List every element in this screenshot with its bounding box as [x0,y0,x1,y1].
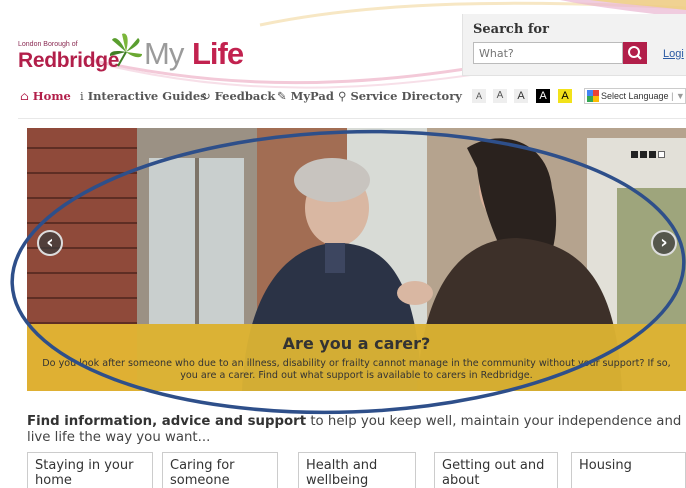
intro-bold-text: Find information, advice and support [27,414,307,429]
text-size-medium-button[interactable]: A [514,89,528,103]
carousel-next-button[interactable]: › [651,230,677,256]
carousel-dot[interactable] [631,151,638,158]
category-label: Staying in your [35,458,134,473]
high-contrast-yellow-button[interactable]: A [558,89,572,103]
hero-title: Are you a carer? [282,334,431,353]
search-input[interactable] [473,42,623,64]
category-label: home [35,473,72,488]
location-pin-icon: ⚲ [338,89,347,103]
site-header: London Borough of Redbridge My Life Sear… [0,0,686,89]
nav-item-feedback[interactable]: ↻ Feedback [201,89,275,103]
search-panel: Search for Logi [462,14,686,76]
nav-item-label: MyPad [290,89,334,103]
login-link[interactable]: Logi [663,48,684,60]
search-label: Search for [473,22,549,37]
nav-item-label: Home [32,89,71,103]
hero-carousel: ‹ › Are you a carer? Do you look after s… [27,128,686,391]
chestnut-leaf-icon [109,33,142,67]
category-label: Health and [306,458,378,473]
category-label: Caring for [170,458,235,473]
category-label: Getting out and [442,458,545,473]
category-getting-out-and-about[interactable]: Getting out and about [434,452,558,488]
header-divider [18,118,686,119]
category-health-and-wellbeing[interactable]: Health and wellbeing [298,452,416,488]
carousel-indicators [631,143,667,162]
nav-item-service-directory[interactable]: ⚲ Service Directory [338,89,462,103]
text-size-small-button[interactable]: A [493,89,507,103]
carousel-prev-button[interactable]: ‹ [37,230,63,256]
category-housing[interactable]: Housing [571,452,686,488]
chevron-left-icon: ‹ [46,232,54,253]
category-caring-for-someone[interactable]: Caring for someone [162,452,278,488]
nav-item-label: Interactive Guides [87,89,207,103]
category-label: about [442,473,480,488]
search-button[interactable] [623,42,647,64]
category-label: someone [170,473,230,488]
logo-brand-my: My [144,36,184,71]
logo-borough-small-text: London Borough of [18,41,78,48]
info-icon: i [80,89,84,103]
nav-item-interactive-guides[interactable]: i Interactive Guides [80,89,207,103]
hero-description: Do you look after someone who due to an … [42,358,671,381]
logo-brand-life: Life [192,36,244,71]
nav-item-mypad[interactable]: ✎ MyPad [277,89,334,103]
category-staying-in-your-home[interactable]: Staying in your home [27,452,153,488]
chevron-right-icon: › [660,232,668,253]
text-size-smallest-button[interactable]: A [472,89,486,103]
home-icon: ⌂ [20,89,29,103]
nav-item-label: Service Directory [350,89,462,103]
mylife-logo[interactable]: London Borough of Redbridge My Life [18,28,258,78]
category-label: wellbeing [306,473,369,488]
language-selector[interactable]: Select Language | ▼ [584,88,686,104]
high-contrast-dark-button[interactable]: A [536,89,550,103]
category-label: Housing [579,458,632,473]
refresh-icon: ↻ [201,89,211,103]
logo-borough-name: Redbridge [18,49,120,72]
nav-item-home[interactable]: ⌂ Home [20,89,71,103]
language-selector-label: Select Language [601,91,669,101]
intro-text: Find information, advice and support to … [27,414,686,446]
carousel-dot[interactable] [640,151,647,158]
edit-icon: ✎ [277,89,287,103]
google-translate-icon [587,90,599,102]
hero-caption[interactable]: Are you a carer? Do you look after someo… [27,324,686,391]
search-icon [628,46,642,60]
carousel-dot-active[interactable] [658,151,665,158]
nav-item-label: Feedback [214,89,276,103]
carousel-dot[interactable] [649,151,656,158]
